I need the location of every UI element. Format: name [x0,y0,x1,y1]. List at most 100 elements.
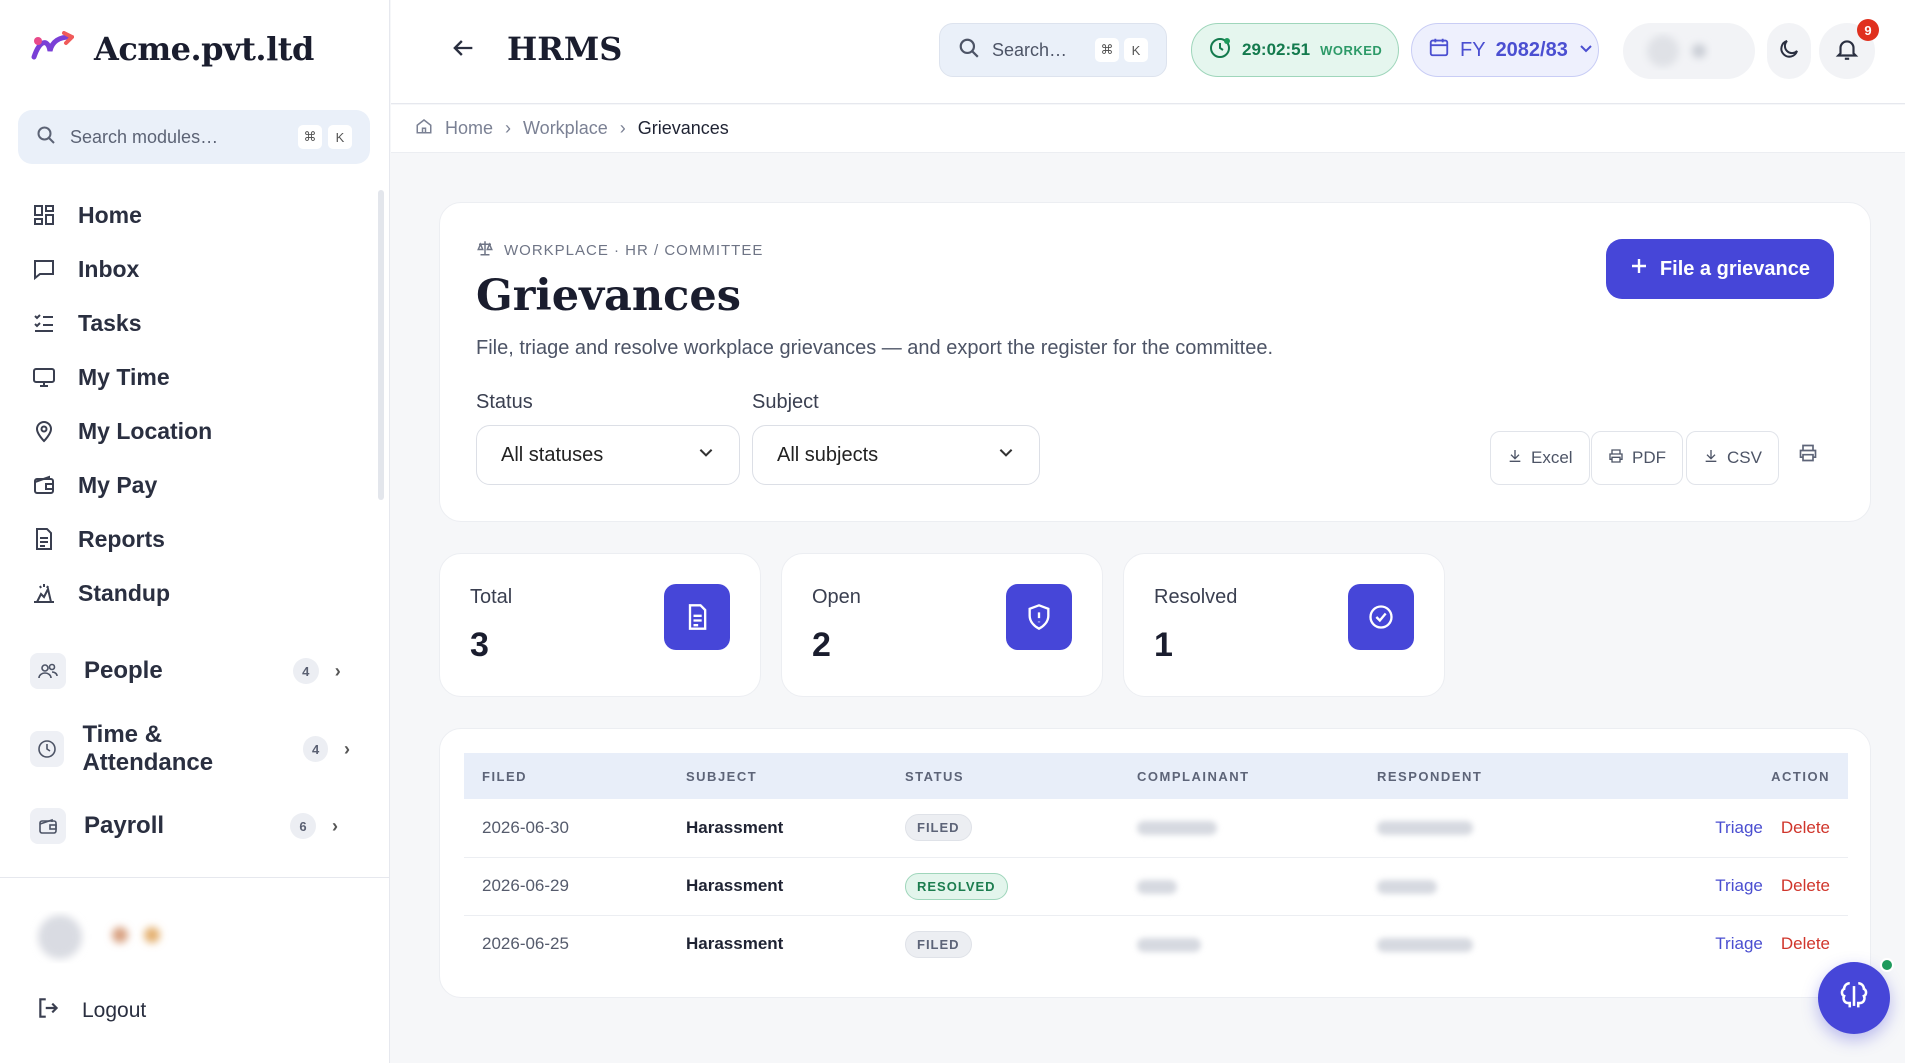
column-header-status[interactable]: STATUS [887,753,1119,799]
calendar-icon [1428,36,1450,64]
sidebar-group-people[interactable]: People 4 › [30,643,350,699]
kbd-cmd: ⌘ [1095,38,1119,62]
back-arrow-icon[interactable] [449,34,477,67]
notifications-button[interactable]: 9 [1819,19,1879,79]
sidebar-item-label: Standup [78,579,170,606]
status-filter-label: Status [476,391,533,413]
profile-menu-blurred[interactable] [1623,23,1755,79]
stat-value: 3 [470,626,489,664]
sidebar-item-my-location[interactable]: My Location [30,404,350,458]
sidebar-item-my-pay[interactable]: My Pay [30,458,350,512]
export-pdf-button[interactable]: PDF [1591,431,1683,485]
document-icon [664,584,730,650]
worked-timer[interactable]: 29:02:51 WORKED [1191,23,1399,77]
checklist-icon [30,309,58,337]
cell-filed: 2026-06-29 [482,876,569,895]
table-row[interactable]: 2026-06-25 Harassment FILED Triage Delete [464,915,1848,973]
sidebar-group-payroll[interactable]: Payroll 6 › [30,798,350,854]
user-profile-blurred[interactable] [30,905,180,965]
brand-name: Acme.pvt.ltd [94,30,314,68]
fiscal-year-select[interactable]: FY 2082/83 [1411,23,1599,77]
chevron-down-icon [697,443,715,467]
stat-card-open: Open 2 [781,553,1103,697]
cell-respondent-blurred [1359,799,1599,857]
sidebar-item-label: Inbox [78,255,140,282]
wallet-icon [30,808,66,844]
sidebar-item-label: Tasks [78,309,142,336]
search-icon [958,37,980,64]
sidebar-item-standup[interactable]: Standup [30,566,350,620]
group-count-badge: 4 [303,736,328,762]
table-row[interactable]: 2026-06-29 Harassment RESOLVED Triage Del… [464,857,1848,915]
sidebar-item-home[interactable]: Home [30,188,350,242]
subject-filter-select[interactable]: All subjects [752,425,1040,485]
sidebar-item-tasks[interactable]: Tasks [30,296,350,350]
global-search-input[interactable]: Search… ⌘ K [939,23,1167,77]
sidebar-item-reports[interactable]: Reports [30,512,350,566]
cell-status: RESOLVED [887,857,1119,915]
page-subtitle: File, triage and resolve workplace griev… [476,337,1274,359]
table-row[interactable]: 2026-06-30 Harassment FILED Triage Delete [464,799,1848,857]
export-excel-button[interactable]: Excel [1490,431,1590,485]
triage-link[interactable]: Triage [1715,934,1763,953]
breadcrumb-workplace[interactable]: Workplace [523,118,608,139]
group-label: Payroll [84,812,165,839]
logout-button[interactable]: Logout [36,995,146,1027]
logout-icon [36,995,62,1027]
home-icon [415,117,433,140]
triage-link[interactable]: Triage [1715,876,1763,895]
subject-filter-value: All subjects [777,443,879,466]
delete-link[interactable]: Delete [1781,934,1830,953]
cell-complainant-blurred [1119,915,1359,973]
sidebar-item-label: Home [78,201,142,228]
stat-label: Resolved [1154,586,1238,608]
group-count-badge: 6 [290,813,317,839]
assistant-fab-button[interactable] [1818,958,1894,1034]
export-pdf-label: PDF [1632,448,1666,467]
timer-value: 29:02:51 [1242,40,1311,59]
eyebrow-text: WORKPLACE · HR / COMMITTEE [504,241,764,259]
grievances-table: FILED SUBJECT STATUS COMPLAINANT RESPOND… [464,753,1848,973]
app-title: HRMS [507,30,623,68]
print-icon[interactable] [1798,443,1818,468]
delete-link[interactable]: Delete [1781,818,1830,837]
breadcrumb-home[interactable]: Home [445,118,493,139]
document-icon [30,525,58,553]
group-label: Time & Attendance [82,721,214,776]
column-header-complainant[interactable]: COMPLAINANT [1119,753,1359,799]
chevron-right-icon: › [334,660,341,681]
breadcrumb: Home › Workplace › Grievances [391,105,1905,153]
bell-icon [1834,36,1860,67]
sidebar-item-inbox[interactable]: Inbox [30,242,350,296]
column-header-subject[interactable]: SUBJECT [668,753,887,799]
export-csv-button[interactable]: CSV [1686,431,1779,485]
theme-toggle-button[interactable] [1767,23,1811,79]
export-csv-label: CSV [1727,448,1762,467]
standup-icon [30,579,58,607]
cell-complainant-blurred [1119,857,1359,915]
sidebar-item-my-time[interactable]: My Time [30,350,350,404]
page-title: Grievances [476,271,741,321]
breadcrumb-separator-icon: › [505,118,512,138]
sidebar-item-label: My Location [78,417,213,444]
status-filter-value: All statuses [501,443,604,466]
status-filter-select[interactable]: All statuses [476,425,740,485]
module-search-input[interactable]: Search modules… ⌘ K [18,110,370,164]
shield-alert-icon [1006,584,1072,650]
kbd-k: K [1124,38,1148,62]
column-header-respondent[interactable]: RESPONDENT [1359,753,1599,799]
assistant-icon [1837,979,1871,1018]
stat-label: Total [470,586,513,608]
column-header-filed[interactable]: FILED [464,753,668,799]
subject-filter-label: Subject [752,391,819,413]
triage-link[interactable]: Triage [1715,818,1763,837]
sidebar-scrollbar[interactable] [378,190,384,500]
delete-link[interactable]: Delete [1781,876,1830,895]
kbd-k: K [328,125,352,149]
check-circle-icon [1348,584,1414,650]
sidebar-group-time-attendance[interactable]: Time & Attendance 4 › [30,721,350,777]
brand[interactable]: Acme.pvt.ltd [30,30,314,68]
file-grievance-button[interactable]: File a grievance [1605,239,1834,299]
chevron-right-icon: › [332,815,339,836]
cell-respondent-blurred [1359,857,1599,915]
